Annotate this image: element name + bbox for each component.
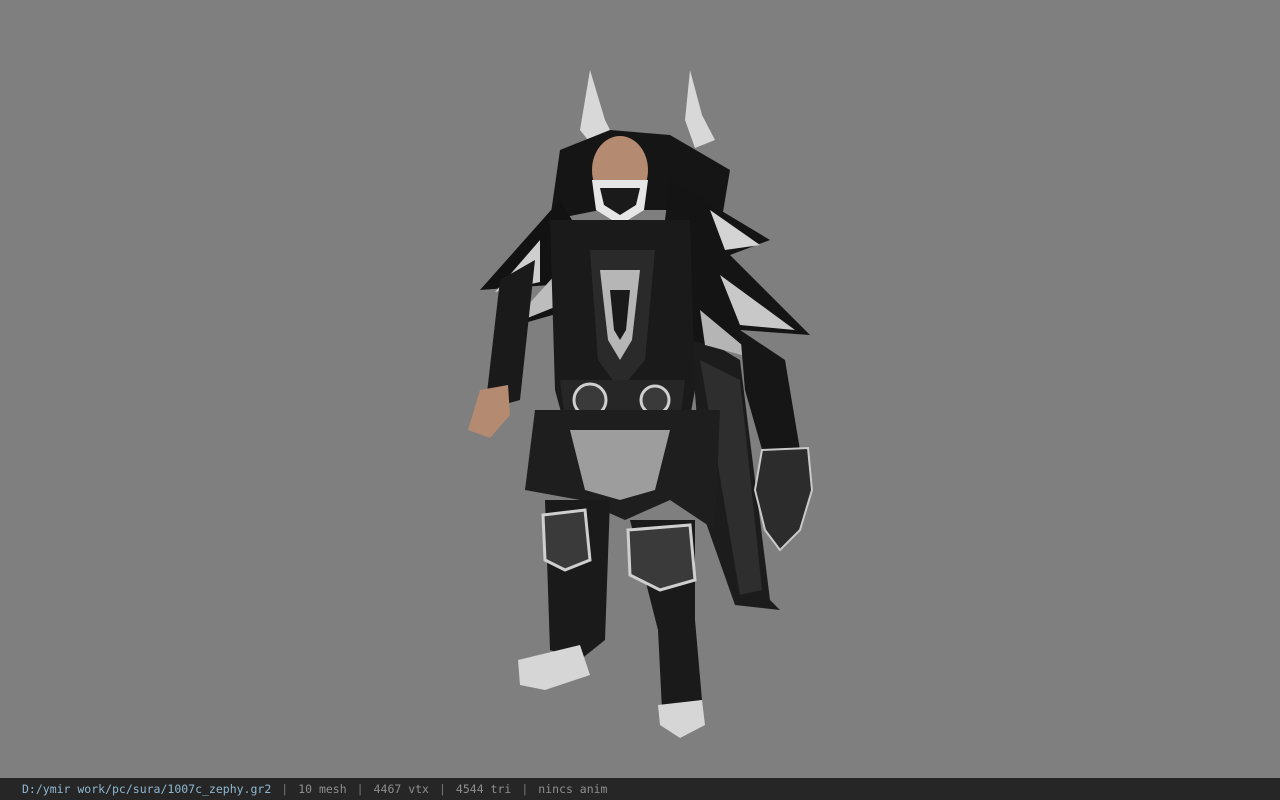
- status-bar: D:/ymir work/pc/sura/1007c_zephy.gr2 | 1…: [0, 778, 1280, 800]
- mesh-count-label: 10 mesh: [298, 782, 347, 796]
- triangle-count-label: 4544 tri: [455, 782, 512, 796]
- separator: |: [356, 782, 364, 796]
- animation-status-label: nincs anim: [538, 782, 608, 796]
- character-model: [468, 70, 814, 738]
- vertex-count-label: 4467 vtx: [373, 782, 429, 796]
- 3d-viewport[interactable]: [0, 0, 1280, 778]
- separator: |: [521, 782, 529, 796]
- separator: |: [438, 782, 446, 796]
- file-path-label: D:/ymir work/pc/sura/1007c_zephy.gr2: [22, 782, 272, 796]
- model-viewer-window: D:/ymir work/pc/sura/1007c_zephy.gr2 | 1…: [0, 0, 1280, 800]
- separator: |: [281, 782, 289, 796]
